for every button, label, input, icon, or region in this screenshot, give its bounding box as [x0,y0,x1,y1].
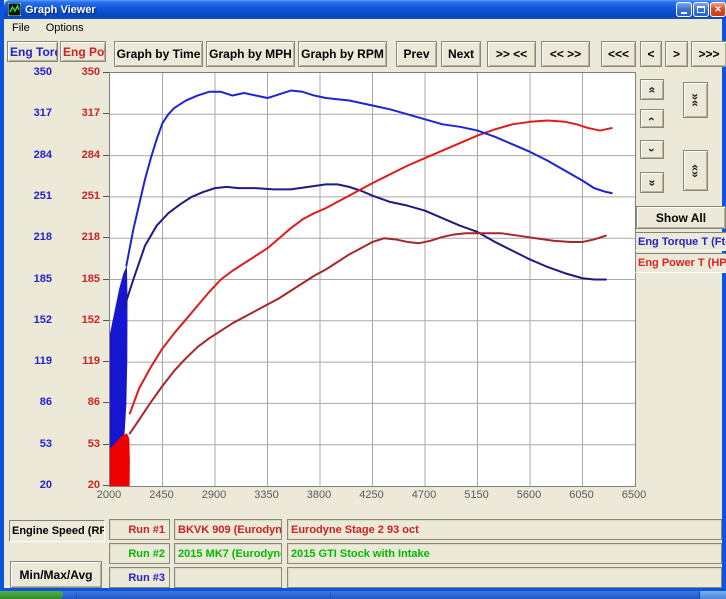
y-axis-power-tick-label: 185 [60,273,100,285]
run1-name-field[interactable]: BKVK 909 (Eurodyne, I [174,519,282,540]
zoom-out-x-button[interactable]: << >> [541,41,590,67]
chart-canvas [110,73,635,486]
close-icon: ✕ [714,4,722,15]
y-axis-power-tick-label: 317 [60,107,100,119]
system-tray [699,591,726,599]
x-axis-tick-label: 3800 [297,489,341,501]
chevron-down-icon: › [645,148,659,152]
run1-label: Run #1 [109,519,170,540]
window-title: Graph Viewer [25,4,96,16]
zoom-in-x-button[interactable]: >> << [487,41,536,67]
x-axis-tick-label: 3350 [245,489,289,501]
x-axis-tick-label: 4250 [350,489,394,501]
y-axis-torque-tick-label: 218 [12,231,52,243]
torque-start-noise [110,266,128,455]
double-chevron-down-icon: » [645,179,659,186]
x-axis-tick-label: 2450 [140,489,184,501]
pan-down-button[interactable]: › [640,140,664,159]
y-axis-torque-tick-label: 53 [12,438,52,450]
graph-by-rpm-button[interactable]: Graph by RPM [298,41,387,67]
taskbar-divider [76,592,77,599]
x-axis-tick-label: 5150 [455,489,499,501]
y-axis-power-tick-label: 119 [60,355,100,367]
run2-label: Run #2 [109,543,170,564]
x-axis-title-box: Engine Speed (RPM) [9,520,105,542]
run1-desc-field[interactable]: Eurodyne Stage 2 93 oct [287,519,722,540]
minimize-button[interactable] [676,2,692,17]
x-axis-tick-label: 6050 [560,489,604,501]
y-axis-power-tick-label: 251 [60,190,100,202]
run3-label: Run #3 [109,567,170,588]
taskbar[interactable] [0,591,726,599]
x-axis-tick-label: 4700 [402,489,446,501]
y-axis-torque-tick-label: 185 [12,273,52,285]
y-axis-torque-tick-label: 152 [12,314,52,326]
y-axis-torque-tick-label: 86 [12,396,52,408]
title-bar[interactable]: Graph Viewer ✕ [4,0,726,19]
y-axis-power-tick-label: 152 [60,314,100,326]
taskbar-divider [330,592,331,599]
pan-left-button[interactable]: < [640,41,662,67]
graph-viewer-window: Graph Viewer ✕ File Options Eng Torque E… [0,0,726,591]
zoom-out-y-button[interactable]: «» [683,150,708,191]
y-axis-power-tick-label: 86 [60,396,100,408]
x-axis-tick-label: 2000 [87,489,131,501]
pan-far-left-button[interactable]: <<< [601,41,636,67]
graph-by-time-button[interactable]: Graph by Time [114,41,203,67]
y-axis-power-tick-label: 53 [60,438,100,450]
pan-up-button[interactable]: ‹ [640,109,664,128]
min-max-avg-button[interactable]: Min/Max/Avg [10,561,102,588]
double-chevron-up-icon: « [645,86,659,93]
y-axis-power-tick-label: 20 [60,479,100,491]
x-axis-tick-label: 5600 [507,489,551,501]
menu-bar: File Options [4,19,722,37]
y-axis-power-tick-label: 284 [60,149,100,161]
legend-power[interactable]: Eng Power T (HP) [635,253,726,273]
graph-by-mph-button[interactable]: Graph by MPH [206,41,295,67]
y-axis-torque-header: Eng Torque [7,41,58,62]
y-axis-power-tick-label: 218 [60,231,100,243]
y-axis-torque-tick-label: 317 [12,107,52,119]
app-icon [8,3,21,16]
y-axis-power-header: Eng Power [60,41,106,62]
run3-desc-field[interactable] [287,567,722,588]
expand-vertical-icon: «» [688,164,702,177]
curve-2 [130,121,612,414]
minimize-icon [681,12,687,14]
maximize-icon [697,6,705,13]
x-axis-tick-label: 2900 [192,489,236,501]
menu-file[interactable]: File [4,22,38,34]
y-axis-torque-tick-label: 20 [12,479,52,491]
chevron-up-icon: ‹ [645,117,659,121]
maximize-button[interactable] [693,2,709,17]
x-axis-tick-label: 6500 [612,489,656,501]
y-axis-torque-tick-label: 284 [12,149,52,161]
y-axis-power-tick-label: 350 [60,66,100,78]
y-axis-torque-tick-label: 251 [12,190,52,202]
run2-desc-field[interactable]: 2015 GTI Stock with Intake [287,543,722,564]
pan-up-fast-button[interactable]: « [640,79,664,100]
run3-name-field[interactable] [174,567,282,588]
pan-far-right-button[interactable]: >>> [691,41,726,67]
pan-right-button[interactable]: > [665,41,688,67]
show-all-button[interactable]: Show All [636,206,726,229]
next-button[interactable]: Next [441,41,481,67]
dyno-chart[interactable] [109,72,636,487]
zoom-in-y-button[interactable]: »« [683,82,708,118]
y-axis-torque-tick-label: 119 [12,355,52,367]
menu-options[interactable]: Options [38,22,92,34]
y-axis-torque-tick-label: 350 [12,66,52,78]
run2-name-field[interactable]: 2015 MK7 (Eurodyne, E [174,543,282,564]
start-button[interactable] [0,591,63,599]
pan-down-fast-button[interactable]: » [640,172,664,193]
legend-torque[interactable]: Eng Torque T (Ft-lbs) [635,232,726,251]
prev-button[interactable]: Prev [396,41,437,67]
close-button[interactable]: ✕ [710,2,726,17]
collapse-vertical-icon: »« [688,93,702,106]
